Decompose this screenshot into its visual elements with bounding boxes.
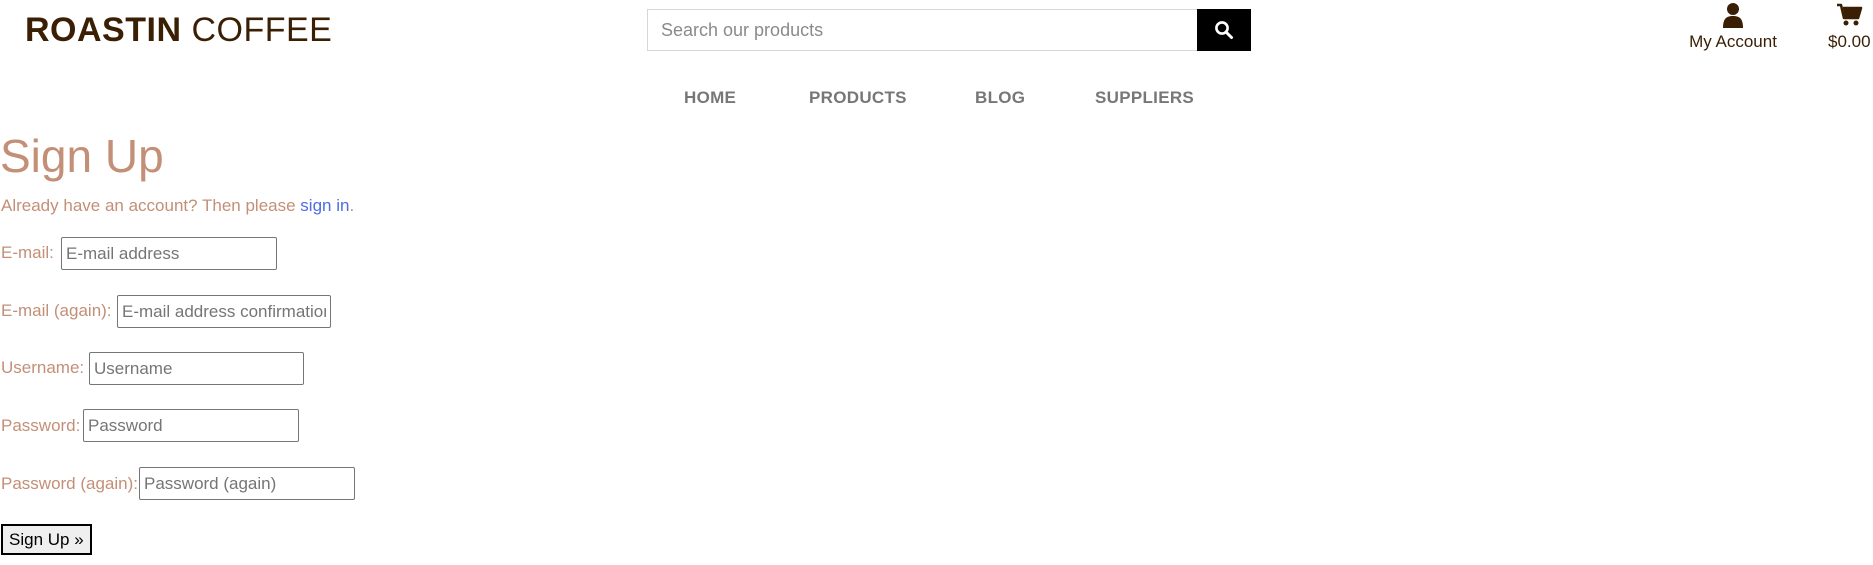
password-label: Password: — [1, 416, 81, 435]
signup-button[interactable]: Sign Up » — [1, 524, 92, 555]
nav-products[interactable]: PRODUCTS — [809, 86, 907, 110]
nav-suppliers[interactable]: SUPPLIERS — [1095, 86, 1194, 110]
email-confirm-label: E-mail (again): — [1, 301, 112, 320]
email-field[interactable] — [61, 237, 277, 270]
username-field[interactable] — [89, 352, 304, 385]
site-logo[interactable]: ROASTIN COFFEE — [25, 8, 332, 52]
signin-prompt-end: . — [349, 196, 355, 215]
username-label: Username: — [1, 358, 85, 377]
email-confirm-field[interactable] — [117, 295, 331, 328]
password-confirm-label: Password (again): — [1, 474, 139, 493]
nav-home[interactable]: HOME — [684, 86, 736, 110]
search-input[interactable] — [648, 10, 1198, 50]
cart-icon — [1837, 3, 1863, 32]
user-icon — [1723, 2, 1743, 33]
password-field[interactable] — [83, 409, 299, 442]
password-confirm-field[interactable] — [139, 467, 355, 500]
cart-link[interactable]: $0.00 — [1828, 0, 1873, 56]
logo-thin-text: COFFEE — [181, 11, 333, 49]
signin-prompt-text: Already have an account? Then please — [1, 196, 301, 215]
search-button[interactable] — [1197, 9, 1251, 51]
search-icon — [1214, 20, 1234, 40]
my-account-link[interactable]: My Account — [1683, 0, 1783, 56]
signin-prompt: Already have an account? Then please sig… — [1, 194, 354, 218]
email-label: E-mail: — [1, 243, 54, 262]
nav-blog[interactable]: BLOG — [975, 86, 1025, 110]
cart-total: $0.00 — [1828, 32, 1871, 51]
page-title: Sign Up — [0, 130, 164, 182]
search-bar — [647, 9, 1251, 51]
signin-link[interactable]: sign in — [300, 196, 349, 215]
logo-bold-text: ROASTIN — [25, 11, 182, 49]
my-account-label: My Account — [1689, 32, 1777, 51]
